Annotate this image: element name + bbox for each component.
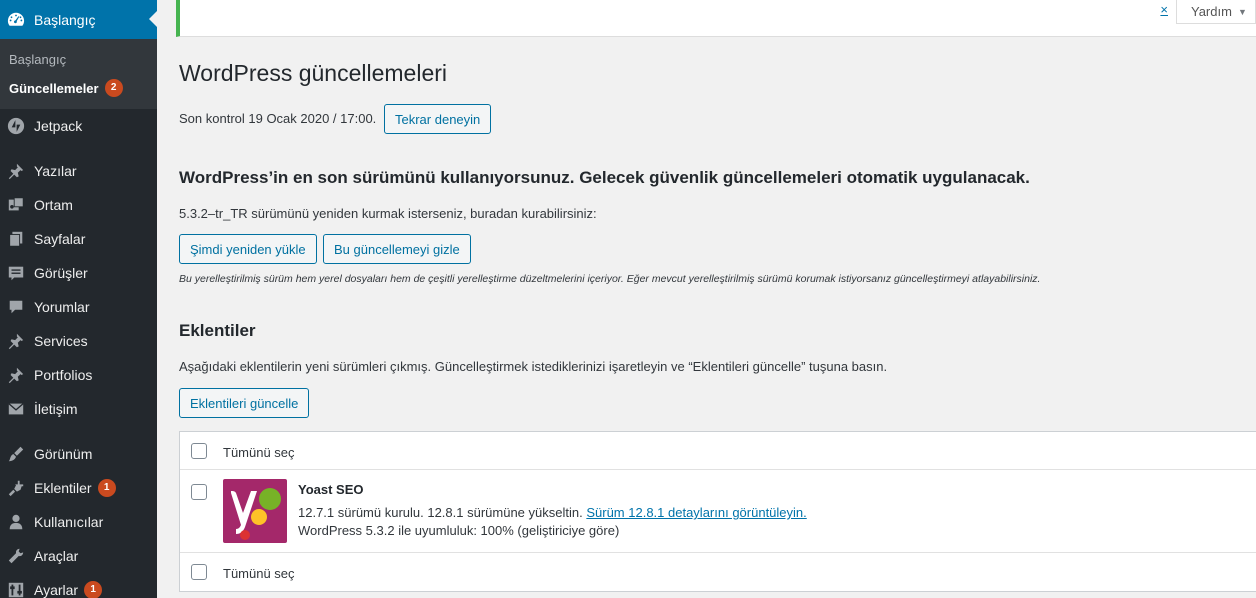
reinstall-now-button[interactable]: Şimdi yeniden yükle (179, 234, 317, 264)
sidebar-item-tools[interactable]: Araçlar (0, 539, 157, 573)
settings-count-badge: 1 (84, 581, 103, 598)
caret-down-icon: ▼ (1237, 6, 1247, 17)
jetpack-icon (6, 116, 26, 136)
version-details-link[interactable]: Sürüm 12.8.1 detaylarını görüntüleyin. (586, 505, 806, 520)
yoast-icon (223, 479, 287, 543)
sidebar-item-label: Araçlar (34, 548, 79, 564)
sidebar-item-comments[interactable]: Yorumlar (0, 290, 157, 324)
tools-icon (6, 546, 26, 566)
page-title: WordPress güncellemeleri (179, 60, 448, 86)
reinstall-hint: 5.3.2–tr_TR sürümünü yeniden kurmak iste… (179, 206, 597, 221)
submenu-label: Güncellemeler (9, 80, 99, 96)
submenu-item-updates[interactable]: Güncellemeler 2 (0, 73, 157, 103)
settings-icon (6, 580, 26, 598)
sidebar-item-label: Jetpack (34, 118, 83, 134)
sidebar-item-media[interactable]: Ortam (0, 188, 157, 222)
submenu-label: Başlangıç (9, 52, 67, 67)
sidebar-item-label: İletişim (34, 401, 78, 417)
sidebar-item-feedback[interactable]: Görüşler (0, 256, 157, 290)
update-plugins-button[interactable]: Eklentileri güncelle (179, 388, 310, 418)
sidebar-item-contact[interactable]: İletişim (0, 392, 157, 426)
plugins-heading: Eklentiler (179, 321, 256, 340)
submenu-item-home[interactable]: Başlangıç (0, 46, 157, 73)
plugins-description: Aşağıdaki eklentilerin yeni sürümleri çı… (179, 359, 888, 374)
sidebar-item-dashboard[interactable]: Başlangıç (0, 0, 157, 39)
dashboard-submenu: Başlangıç Güncellemeler 2 (0, 39, 157, 109)
pushpin-icon (6, 365, 26, 385)
sidebar-item-label: Sayfalar (34, 231, 86, 247)
select-all-checkbox-footer[interactable] (191, 564, 207, 580)
sidebar-item-settings[interactable]: Ayarlar 1 (0, 573, 157, 598)
plugin-checkbox[interactable] (191, 484, 207, 500)
sidebar-item-label: Görüşler (34, 265, 88, 281)
users-icon (6, 512, 26, 532)
admin-sidebar: Başlangıç Başlangıç Güncellemeler 2 Jetp… (0, 0, 157, 598)
select-all-label[interactable]: Tümünü seç (223, 445, 295, 460)
pushpin-icon (6, 161, 26, 181)
plugins-count-badge: 1 (97, 479, 116, 497)
sidebar-item-portfolios[interactable]: Portfolios (0, 358, 157, 392)
sidebar-item-label: Yorumlar (34, 299, 90, 315)
pushpin-icon (6, 331, 26, 351)
hide-update-button[interactable]: Bu güncellemeyi gizle (323, 234, 471, 264)
comments-icon (6, 297, 26, 317)
sidebar-item-label: Services (34, 333, 88, 349)
plugin-version-text: 12.7.1 sürümü kurulu. 12.8.1 sürümüne yü… (298, 505, 583, 520)
table-header-row: Tümünü seç (180, 432, 1256, 470)
sidebar-item-label: Eklentiler (34, 480, 92, 496)
sidebar-item-posts[interactable]: Yazılar (0, 154, 157, 188)
sidebar-item-label: Portfolios (34, 367, 93, 383)
select-all-checkbox[interactable] (191, 443, 207, 459)
dismiss-notice-button[interactable]: × (1160, 2, 1168, 17)
pages-icon (6, 229, 26, 249)
sidebar-item-pages[interactable]: Sayfalar (0, 222, 157, 256)
table-row: Yoast SEO 12.7.1 sürümü kurulu. 12.8.1 s… (180, 470, 1256, 553)
sidebar-item-label: Ayarlar (34, 582, 79, 598)
sidebar-item-label: Başlangıç (34, 11, 96, 28)
notice-strip: × Yardım ▼ (176, 0, 1256, 37)
plugin-version-line: 12.7.1 sürümü kurulu. 12.8.1 sürümüne yü… (298, 505, 807, 520)
localized-version-note: Bu yerelleştirilmiş sürüm hem yerel dosy… (179, 273, 1041, 285)
plugin-compat-text: WordPress 5.3.2 ile uyumluluk: 100% (gel… (298, 523, 620, 538)
sidebar-item-label: Ortam (34, 197, 73, 213)
sidebar-item-appearance[interactable]: Görünüm (0, 437, 157, 471)
sidebar-item-jetpack[interactable]: Jetpack (0, 109, 157, 143)
latest-version-message: WordPress’in en son sürümünü kullanıyors… (179, 168, 1030, 187)
appearance-icon (6, 444, 26, 464)
retry-button[interactable]: Tekrar deneyin (384, 104, 492, 134)
table-footer-row: Tümünü seç (180, 553, 1256, 591)
updates-count-badge: 2 (104, 79, 123, 97)
feedback-icon (6, 263, 26, 283)
help-tab-label: Yardım (1191, 4, 1232, 19)
plugins-table: Tümünü seç Yoast SEO 12.7.1 sürümü kurul… (179, 431, 1256, 592)
sidebar-item-users[interactable]: Kullanıcılar (0, 505, 157, 539)
plugins-icon (6, 478, 26, 498)
dashboard-icon (6, 10, 26, 30)
sidebar-item-services[interactable]: Services (0, 324, 157, 358)
sidebar-item-label: Kullanıcılar (34, 514, 104, 530)
select-all-label-footer[interactable]: Tümünü seç (223, 566, 295, 581)
mail-icon (6, 399, 26, 419)
plugin-name: Yoast SEO (298, 482, 364, 497)
last-check-text: Son kontrol 19 Ocak 2020 / 17:00. (179, 111, 377, 126)
sidebar-item-label: Yazılar (34, 163, 77, 179)
help-tab[interactable]: Yardım ▼ (1176, 0, 1256, 24)
sidebar-item-plugins[interactable]: Eklentiler 1 (0, 471, 157, 505)
sidebar-item-label: Görünüm (34, 446, 93, 462)
media-icon (6, 195, 26, 215)
